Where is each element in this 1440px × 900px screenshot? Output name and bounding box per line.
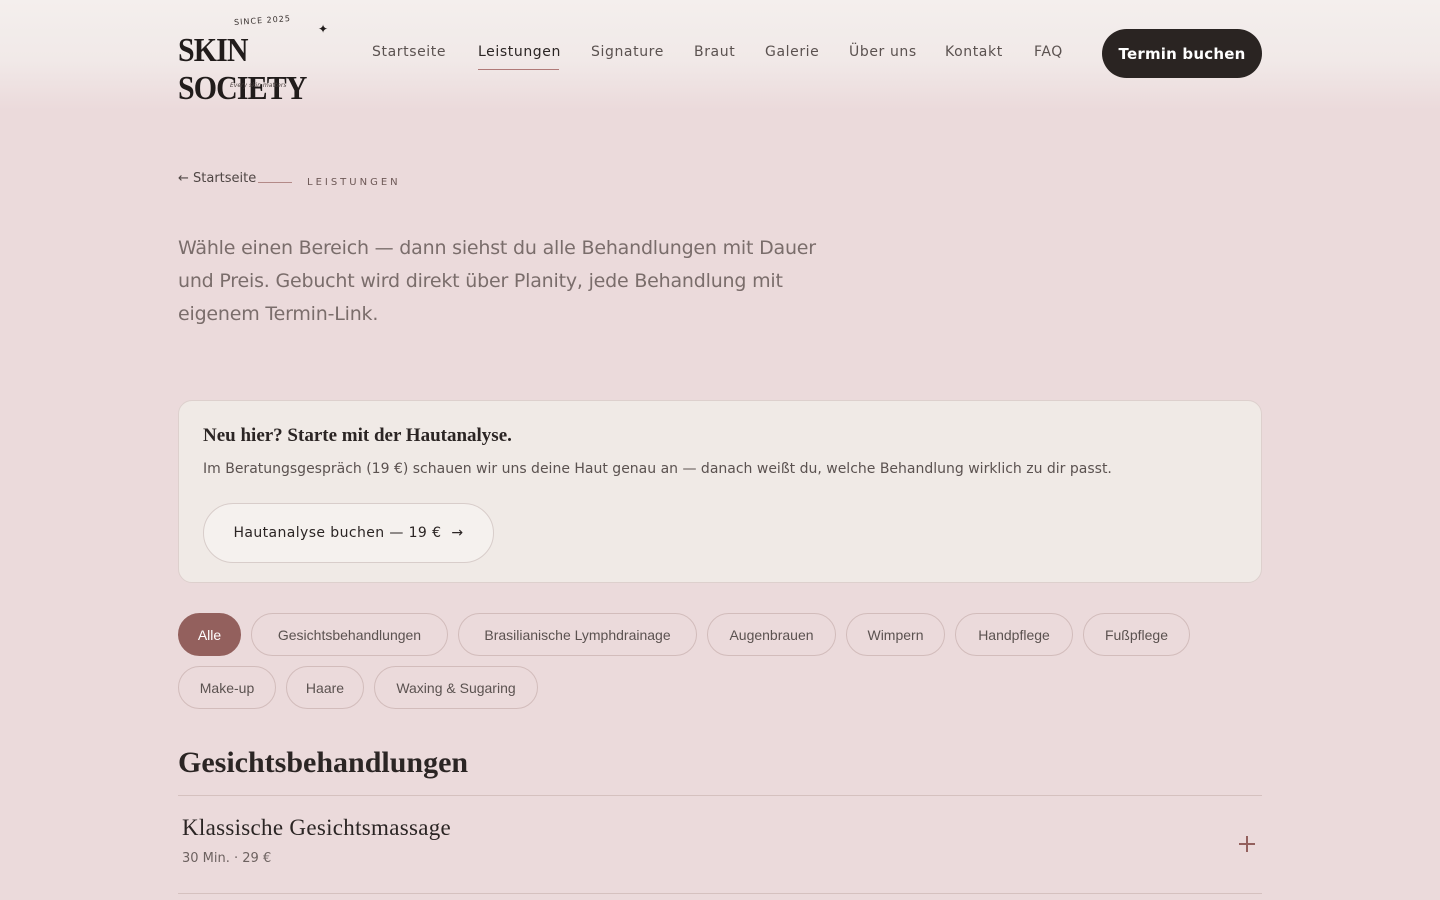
book-appointment-button[interactable]: Termin buchen: [1102, 29, 1262, 78]
nav-galerie[interactable]: Galerie: [765, 44, 819, 60]
treatment-name: Klassische Gesichtsmassage: [182, 815, 452, 840]
nav-active-underline: [478, 69, 559, 70]
site-header: SINCE 2025 ✦ SKIN SOCIETY Every skin mat…: [0, 0, 1440, 110]
filter-waxing-sugaring[interactable]: Waxing & Sugaring: [374, 666, 538, 709]
nav-kontakt[interactable]: Kontakt: [945, 44, 1003, 60]
nav-faq[interactable]: FAQ: [1034, 44, 1063, 60]
promo-button-label: Hautanalyse buchen — 19 €: [233, 525, 442, 541]
logo-tagline: Every skin matters: [230, 82, 287, 89]
brand-logo[interactable]: SINCE 2025 ✦ SKIN SOCIETY Every skin mat…: [178, 14, 334, 107]
book-skin-analysis-button[interactable]: Hautanalyse buchen — 19 € →: [203, 503, 494, 563]
logo-since: SINCE 2025: [233, 14, 292, 27]
promo-title: Neu hier? Starte mit der Hautanalyse.: [203, 425, 512, 446]
treatment-meta: 30 Min. · 29 €: [182, 851, 272, 866]
plus-icon[interactable]: [1238, 835, 1256, 853]
filter-make-up[interactable]: Make-up: [178, 666, 276, 709]
breadcrumb-current: LEISTUNGEN: [307, 177, 401, 188]
filter-handpflege[interactable]: Handpflege: [955, 613, 1073, 656]
section-title: Gesichtsbehandlungen: [178, 746, 469, 779]
skin-analysis-card: Neu hier? Starte mit der Hautanalyse. Im…: [178, 400, 1262, 583]
intro-text: Wähle einen Bereich — dann siehst du all…: [178, 237, 816, 325]
nav-startseite[interactable]: Startseite: [372, 44, 446, 60]
filter-augenbrauen[interactable]: Augenbrauen: [707, 613, 836, 656]
logo-wordmark: SKIN SOCIETY: [178, 32, 307, 107]
filter-alle[interactable]: Alle: [178, 613, 241, 656]
promo-text: Im Beratungsgespräch (19 €) schauen wir …: [203, 461, 1112, 477]
nav-ueber-uns[interactable]: Über uns: [849, 44, 917, 60]
filter-gesichtsbehandlungen[interactable]: Gesichtsbehandlungen: [251, 613, 448, 656]
filter-brasilianische-lymphdrainage[interactable]: Brasilianische Lymphdrainage: [458, 613, 697, 656]
filter-haare[interactable]: Haare: [286, 666, 364, 709]
row-divider: [178, 893, 1262, 894]
arrow-right-icon: →: [451, 525, 464, 541]
nav-leistungen[interactable]: Leistungen: [478, 44, 561, 60]
breadcrumb-back-link[interactable]: ← Startseite: [178, 171, 256, 186]
breadcrumb-divider: [258, 182, 292, 183]
sparkle-icon: ✦: [318, 22, 329, 36]
section-divider: [178, 795, 1262, 796]
filter-fusspflege[interactable]: Fußpflege: [1083, 613, 1190, 656]
filter-wimpern[interactable]: Wimpern: [846, 613, 945, 656]
nav-braut[interactable]: Braut: [694, 44, 735, 60]
nav-signature[interactable]: Signature: [591, 44, 664, 60]
